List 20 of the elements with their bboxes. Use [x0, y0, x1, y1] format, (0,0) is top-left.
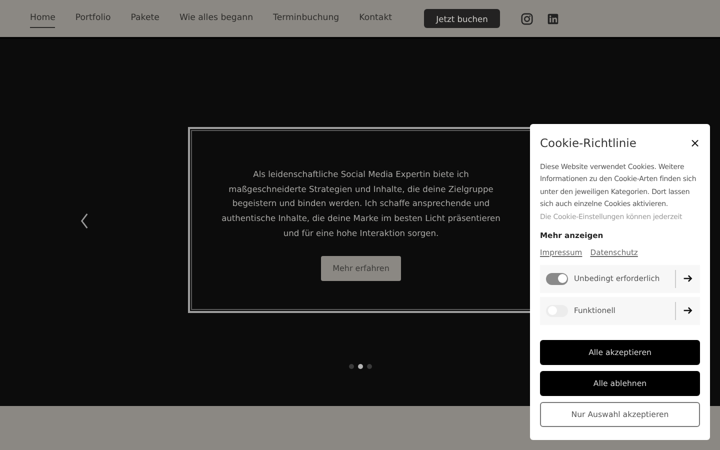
slide-dot[interactable]	[348, 364, 354, 369]
more-button[interactable]: Mehr erfahren	[321, 256, 401, 281]
nav-link[interactable]: Home	[30, 9, 56, 28]
slide-dot[interactable]	[366, 364, 372, 369]
nav-link[interactable]: Terminbuchung	[273, 9, 340, 28]
nav-link[interactable]: Portfolio	[75, 9, 111, 28]
chevron-left-icon[interactable]	[80, 213, 89, 229]
nav-link[interactable]: Wie alles begann	[179, 9, 254, 28]
instagram-icon[interactable]	[521, 12, 534, 24]
book-button[interactable]: Jetzt buchen	[424, 9, 500, 28]
arrow-right-icon[interactable]	[683, 274, 693, 284]
close-button[interactable]: ×	[690, 137, 700, 149]
nav-link[interactable]: Pakete	[130, 9, 160, 28]
cookie-title: Cookie-Richtlinie	[540, 136, 636, 150]
slide-dot[interactable]	[358, 364, 362, 369]
nav-link[interactable]: Kontakt	[359, 9, 392, 28]
toggle-switch[interactable]	[546, 272, 568, 285]
hero-text: Als leidenschaftliche Social Media Expertin biete ich maßgeschneiderte Strategien und Inhalte, die deine Zielgruppe begeistern und binden werden. Ich schaffe ansprechende und authentische Inhalte, die deine Marke im besten Licht präsentieren und für eine hohe Interaktion sorgen.	[221, 168, 501, 240]
arrow-right-icon[interactable]	[683, 306, 693, 316]
linkedin-icon[interactable]	[547, 12, 560, 24]
